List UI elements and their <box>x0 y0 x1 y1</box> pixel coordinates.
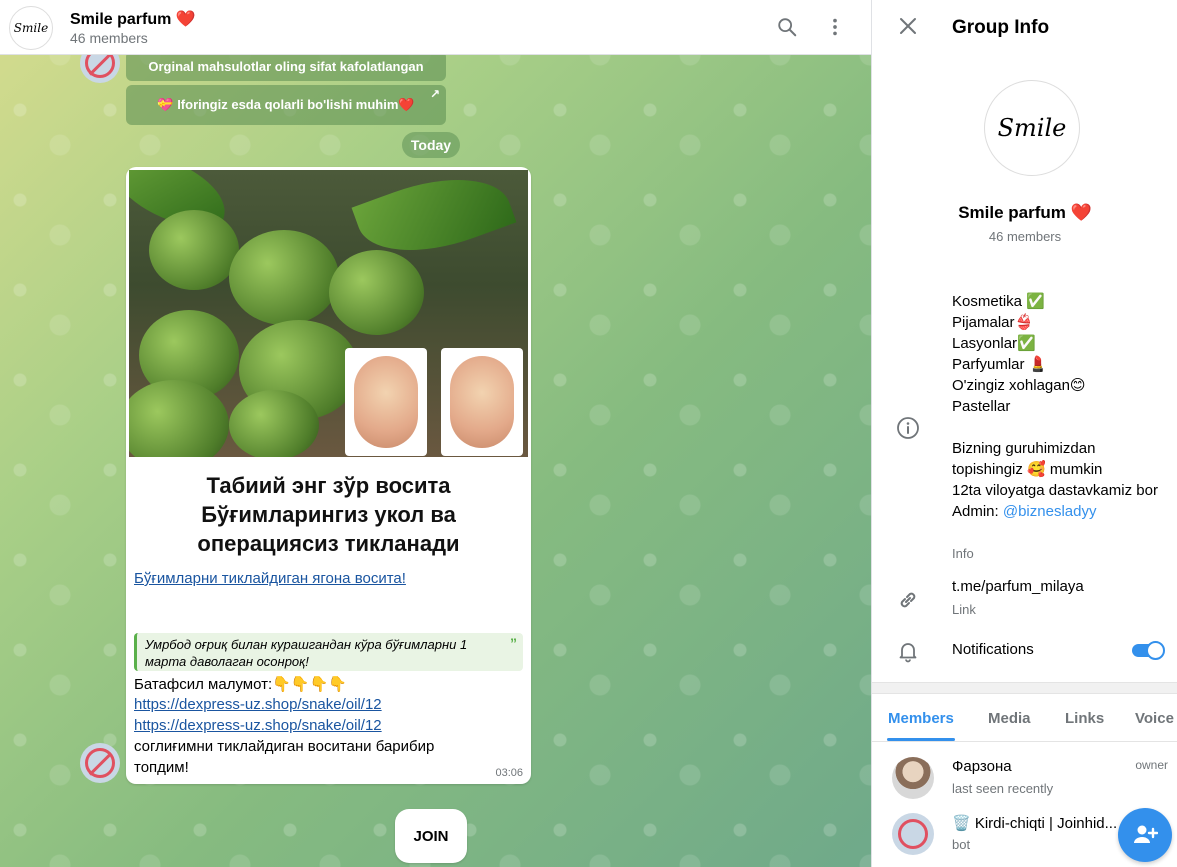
group-avatar[interactable]: Smile <box>984 80 1080 176</box>
admin-link[interactable]: @biznesladyy <box>1003 503 1097 520</box>
walnut-shape <box>229 390 319 457</box>
banned-icon <box>85 748 115 778</box>
pinned-line-2[interactable]: 💝 Iforingiz esda qolarli bo'lishi muhim❤… <box>126 85 446 125</box>
info-icon <box>896 416 920 440</box>
member-role-badge: owner <box>1135 758 1168 772</box>
tab-media[interactable]: Media <box>988 710 1031 727</box>
headline-line-3: операциясиз тикланади <box>197 531 460 556</box>
walnut-shape <box>329 250 424 335</box>
chat-title[interactable]: Smile parfum ❤️ <box>70 9 196 29</box>
external-arrow-icon: ↗ <box>429 87 440 101</box>
message-url-1[interactable]: https://dexpress-uz.shop/snake/oil/12 <box>134 696 382 713</box>
chat-member-count: 46 members <box>70 30 148 46</box>
chat-header[interactable]: Smile Smile parfum ❤️ 46 members <box>0 0 871 55</box>
group-name: Smile parfum ❤️ <box>958 203 1092 222</box>
group-avatar-text: Smile <box>997 114 1067 142</box>
pinned-line-1-text: Orginal mahsulotlar oling sifat kafolatl… <box>148 58 424 74</box>
add-user-icon <box>1134 825 1158 843</box>
group-member-count: 46 members <box>988 229 1062 244</box>
invite-link[interactable]: t.me/parfum_milaya <box>952 578 1084 595</box>
pinned-line-1: Orginal mahsulotlar oling sifat kafolatl… <box>126 51 446 81</box>
tab-voice[interactable]: Voice <box>1135 710 1174 727</box>
walnut-shape <box>229 230 339 325</box>
member-status: bot <box>952 837 971 852</box>
add-member-button[interactable] <box>1118 808 1172 862</box>
closing-line-1: соглиғимни тиклайдиган воситани барибир <box>134 738 435 755</box>
knee-illustration <box>345 348 427 456</box>
chat-avatar[interactable]: Smile <box>9 6 53 50</box>
link-label: Link <box>952 602 976 617</box>
join-button[interactable]: JOIN <box>395 809 467 863</box>
message-quote: Умрбод оғриқ билан курашгандан кўра бўғи… <box>134 633 523 671</box>
panel-title: Group Info <box>952 17 1050 38</box>
description-text: Kosmetika ✅ Pijamalar👙 Lasyonlar✅ Parfyu… <box>952 293 1158 520</box>
message-headline: Табиий энг зўр восита Бўғимларингиз укол… <box>126 471 531 558</box>
details-line: Батафсил малумот:👇👇👇👇 <box>134 676 347 693</box>
list-item[interactable]: Фарзона last seen recently owner <box>872 757 1177 809</box>
member-name: 🗑️ Kirdi-chiqti | Joinhid... <box>952 815 1118 832</box>
closing-line-2: топдим! <box>134 759 189 776</box>
group-description[interactable]: Kosmetika ✅ Pijamalar👙 Lasyonlar✅ Parfyu… <box>952 291 1167 522</box>
avatar <box>892 757 934 799</box>
sender-avatar[interactable] <box>80 743 120 783</box>
bell-icon <box>896 639 920 663</box>
group-info-panel: Group Info Smile Smile parfum ❤️ 46 memb… <box>871 0 1177 867</box>
media-tabs: Members Media Links Voice <box>872 694 1177 742</box>
quote-mark-icon: ” <box>510 635 517 651</box>
more-vertical-icon[interactable] <box>820 12 850 42</box>
message-time: 03:06 <box>495 767 523 779</box>
chat-avatar-text: Smile <box>13 21 49 35</box>
date-separator: Today <box>402 132 460 158</box>
banned-icon <box>898 819 928 849</box>
message-url-2[interactable]: https://dexpress-uz.shop/snake/oil/12 <box>134 717 382 734</box>
notifications-toggle[interactable] <box>1130 640 1166 660</box>
quote-text: Умрбод оғриқ билан курашгандан кўра бўғи… <box>145 637 468 669</box>
pinned-line-2-text: 💝 Iforingiz esda qolarli bo'lishi muhim❤… <box>157 97 415 112</box>
avatar <box>892 813 934 855</box>
walnut-shape <box>149 210 239 290</box>
search-icon[interactable] <box>772 12 802 42</box>
notifications-label: Notifications <box>952 641 1034 658</box>
link-icon <box>896 588 920 612</box>
message-bubble[interactable]: Табиий энг зўр восита Бўғимларингиз укол… <box>126 167 531 784</box>
headline-line-2: Бўғимларингиз укол ва <box>201 502 456 527</box>
info-label: Info <box>952 546 974 561</box>
knee-illustration <box>441 348 523 456</box>
tab-members[interactable]: Members <box>888 710 954 727</box>
active-tab-indicator <box>887 738 955 741</box>
headline-line-1: Табиий энг зўр восита <box>206 473 451 498</box>
member-status: last seen recently <box>952 781 1054 796</box>
member-name: Фарзона <box>952 758 1012 775</box>
tab-links[interactable]: Links <box>1065 710 1104 727</box>
promo-link[interactable]: Бўғимларни тиклайдиган ягона восита! <box>134 570 406 587</box>
chat-area: Smile Smile parfum ❤️ 46 members Orginal… <box>0 0 871 867</box>
message-photo[interactable] <box>129 170 528 457</box>
section-divider <box>872 682 1177 694</box>
close-icon[interactable] <box>894 12 922 40</box>
